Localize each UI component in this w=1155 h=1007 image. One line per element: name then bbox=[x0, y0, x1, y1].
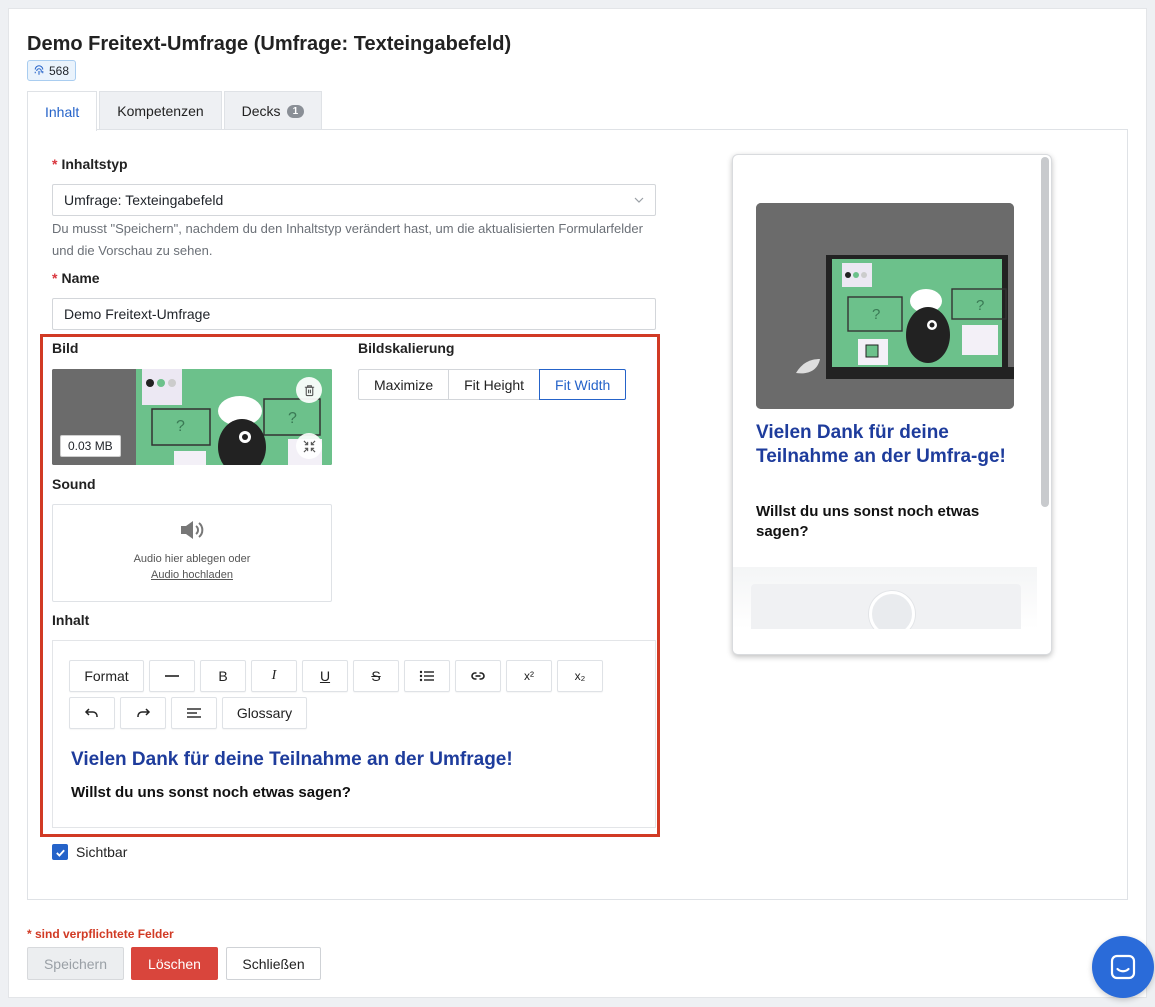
italic-button[interactable]: I bbox=[251, 660, 297, 692]
required-fields-note: * sind verpflichtete Felder bbox=[27, 927, 174, 941]
svg-text:?: ? bbox=[872, 306, 880, 323]
bullet-list-button[interactable] bbox=[404, 660, 450, 692]
sound-label: Sound bbox=[52, 476, 96, 492]
scale-maximize-button[interactable]: Maximize bbox=[358, 369, 450, 400]
page-title: Demo Freitext-Umfrage (Umfrage: Texteing… bbox=[27, 33, 512, 55]
scale-fit-width-button[interactable]: Fit Width bbox=[539, 369, 627, 400]
compress-icon bbox=[303, 440, 315, 452]
content-editor-page: Demo Freitext-Umfrage (Umfrage: Texteing… bbox=[8, 8, 1147, 998]
name-label: * Name bbox=[52, 270, 100, 286]
shrink-image-button[interactable] bbox=[296, 433, 322, 459]
audio-upload-link[interactable]: Audio hochladen bbox=[53, 569, 331, 581]
close-button[interactable]: Schließen bbox=[226, 947, 321, 980]
save-button[interactable]: Speichern bbox=[27, 947, 124, 980]
undo-button[interactable] bbox=[69, 697, 115, 729]
tab-bar: Inhalt Kompetenzen Decks 1 bbox=[27, 91, 324, 131]
content-label: Inhalt bbox=[52, 612, 90, 628]
fingerprint-icon bbox=[34, 64, 44, 75]
audio-dropzone[interactable]: Audio hier ablegen oder Audio hochladen bbox=[52, 504, 332, 602]
content-id-badge: 568 bbox=[27, 60, 77, 81]
name-input[interactable]: Demo Freitext-Umfrage bbox=[52, 298, 656, 330]
preview-image: ? ? bbox=[756, 203, 1014, 409]
visible-checkbox[interactable] bbox=[52, 844, 68, 860]
content-type-select[interactable]: Umfrage: Texteingabefeld bbox=[52, 184, 656, 216]
strikethrough-button[interactable]: S bbox=[353, 660, 399, 692]
chat-icon bbox=[1110, 954, 1136, 980]
link-icon bbox=[471, 672, 485, 680]
speaker-icon bbox=[181, 521, 204, 539]
glossary-button[interactable]: Glossary bbox=[222, 697, 307, 729]
svg-text:?: ? bbox=[288, 410, 297, 427]
image-size-badge: 0.03 MB bbox=[60, 435, 121, 457]
svg-text:?: ? bbox=[176, 418, 185, 435]
preview-scrollbar[interactable] bbox=[1041, 157, 1049, 507]
checkmark-icon bbox=[55, 849, 65, 857]
content-tab-panel: * Inhaltstyp Umfrage: Texteingabefeld Du … bbox=[27, 129, 1128, 900]
bullet-list-icon bbox=[419, 670, 434, 682]
scale-fit-height-button[interactable]: Fit Height bbox=[448, 369, 541, 400]
tab-decks[interactable]: Decks 1 bbox=[223, 91, 323, 130]
link-button[interactable] bbox=[455, 660, 501, 692]
audio-drop-text: Audio hier ablegen oder bbox=[133, 553, 251, 565]
tab-kompetenzen[interactable]: Kompetenzen bbox=[99, 91, 222, 130]
superscript-button[interactable]: x² bbox=[506, 660, 552, 692]
content-id: 568 bbox=[49, 63, 70, 78]
content-type-label: * Inhaltstyp bbox=[52, 156, 128, 172]
preview-heading: Vielen Dank für deine Teilnahme an der U… bbox=[756, 422, 1006, 467]
undo-icon bbox=[84, 708, 98, 717]
delete-image-button[interactable] bbox=[296, 377, 322, 403]
image-scaling-group: Maximize Fit Height Fit Width bbox=[358, 369, 627, 400]
horizontal-rule-button[interactable] bbox=[149, 660, 195, 692]
svg-text:?: ? bbox=[976, 297, 984, 314]
rich-text-editor: Format B I U S x² x₂ Glossary Vielen Dan… bbox=[52, 640, 656, 828]
preview-paragraph: Willst du uns sonst noch etwas sagen? bbox=[756, 503, 980, 540]
decks-count-badge: 1 bbox=[286, 104, 305, 118]
trash-icon bbox=[304, 384, 314, 396]
format-button[interactable]: Format bbox=[69, 660, 144, 692]
horizontal-rule-icon bbox=[165, 675, 179, 677]
editor-heading[interactable]: Vielen Dank für deine Teilnahme an der U… bbox=[71, 749, 513, 771]
editor-paragraph[interactable]: Willst du uns sonst noch etwas sagen? bbox=[71, 784, 351, 801]
align-left-icon bbox=[187, 708, 201, 718]
tab-inhalt[interactable]: Inhalt bbox=[27, 91, 98, 131]
chat-launcher-button[interactable] bbox=[1092, 936, 1154, 998]
delete-button[interactable]: Löschen bbox=[131, 947, 218, 980]
image-label: Bild bbox=[52, 340, 79, 356]
subscript-button[interactable]: x₂ bbox=[557, 660, 603, 692]
content-type-help: Du musst "Speichern", nachdem du den Inh… bbox=[52, 221, 643, 258]
illustration-image: ? ? bbox=[756, 203, 1014, 409]
mobile-preview: ? ? Vielen Dank für deine Teilnahme an d… bbox=[732, 154, 1052, 655]
redo-button[interactable] bbox=[120, 697, 166, 729]
visible-label[interactable]: Sichtbar bbox=[76, 844, 127, 860]
redo-icon bbox=[137, 708, 151, 717]
underline-button[interactable]: U bbox=[302, 660, 348, 692]
bold-button[interactable]: B bbox=[200, 660, 246, 692]
image-thumbnail[interactable]: ? ? 0.03 MB bbox=[52, 369, 332, 465]
image-scaling-label: Bildskalierung bbox=[358, 340, 455, 356]
chevron-down-icon bbox=[634, 197, 644, 203]
align-button[interactable] bbox=[171, 697, 217, 729]
